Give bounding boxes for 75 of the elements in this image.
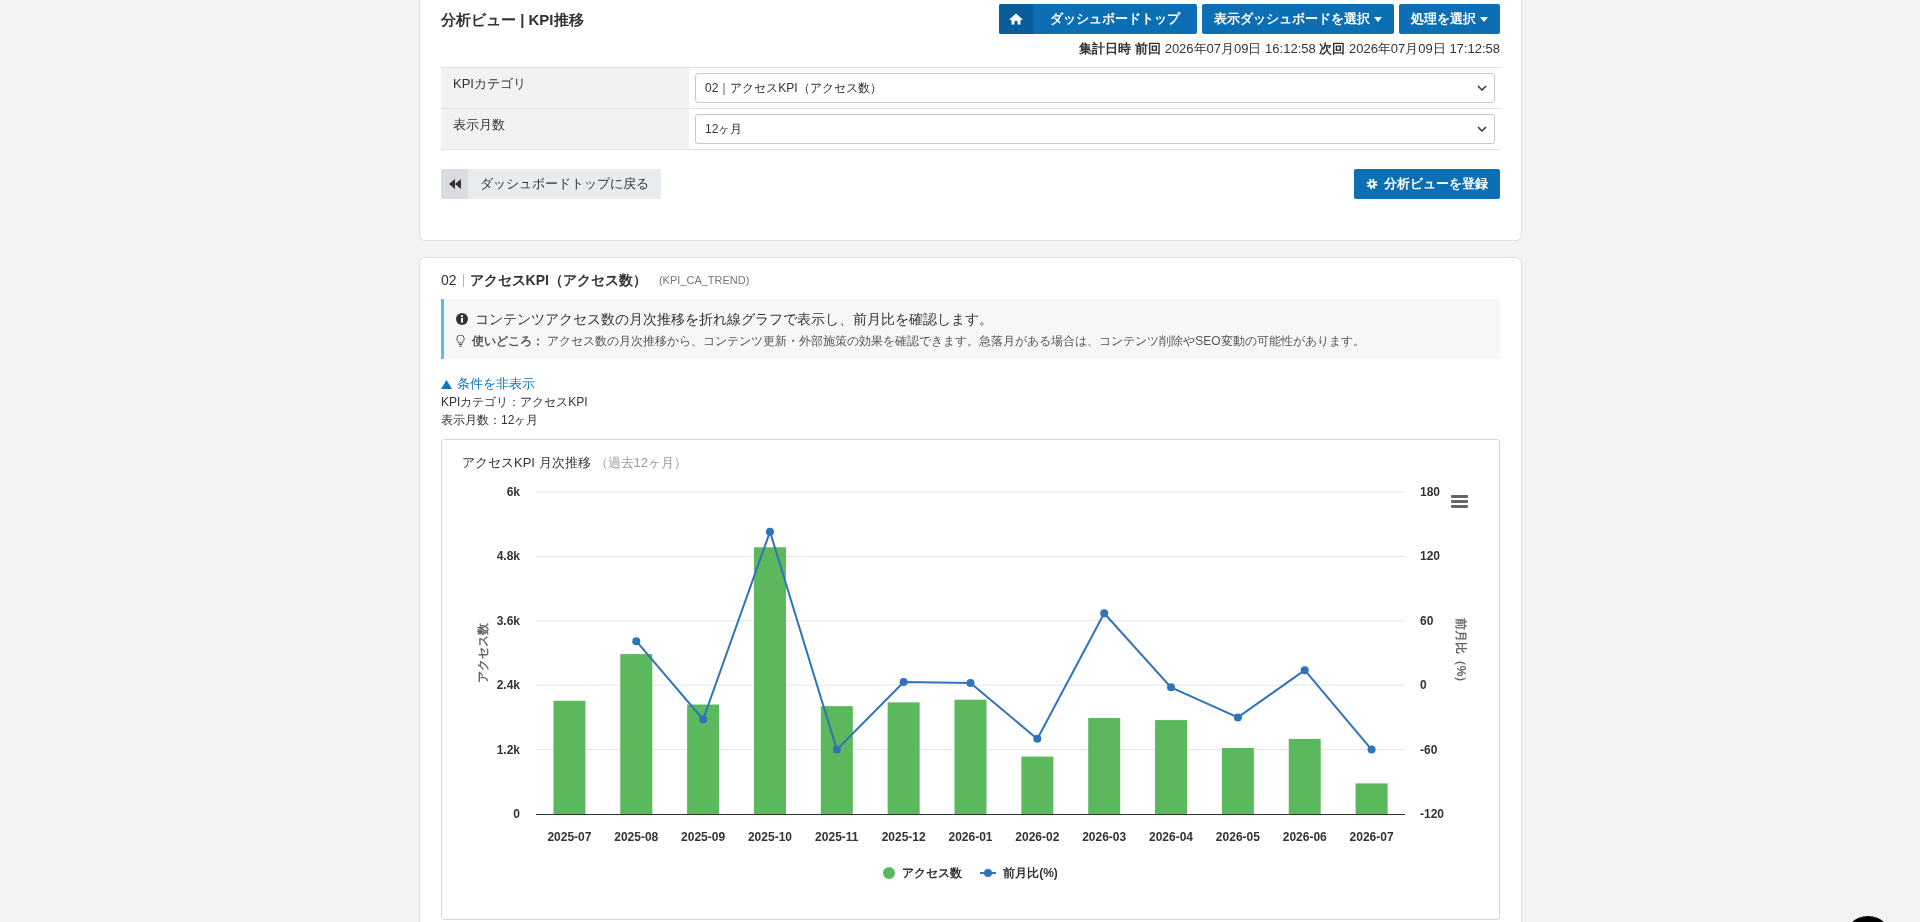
- caret-icon: [1480, 16, 1488, 22]
- chart-subtitle: （過去12ヶ月）: [594, 453, 688, 472]
- description-text: コンテンツアクセス数の月次推移を折れ線グラフで表示し、前月比を確認します。: [475, 310, 993, 329]
- data-point: [899, 678, 908, 686]
- dropdown-button[interactable]: 表示ダッシュボードを選択: [1202, 4, 1394, 34]
- home-icon: [999, 4, 1033, 34]
- y-axis-tick-label: 0: [513, 807, 520, 821]
- y-axis-tick-label: 6k: [506, 485, 520, 499]
- chevron-down-icon: [1477, 85, 1487, 91]
- x-axis-tick-label: 2026-02: [1015, 830, 1060, 844]
- x-axis-tick-label: 2026-03: [1082, 830, 1127, 844]
- y-axis-tick-label: -60: [1420, 742, 1438, 757]
- filter-label: 表示月数: [441, 109, 689, 149]
- data-point: [1367, 745, 1376, 754]
- bar: [1021, 756, 1054, 814]
- y-axis-tick-label: 60: [1420, 613, 1434, 628]
- data-point: [1033, 734, 1042, 743]
- caret-icon: [1374, 16, 1382, 22]
- x-axis-tick-label: 2025-08: [614, 830, 659, 844]
- data-point: [1233, 713, 1242, 722]
- x-axis-tick-label: 2026-05: [1215, 830, 1260, 844]
- gear-icon: [1366, 178, 1378, 190]
- x-axis-tick-label: 2026-06: [1282, 830, 1327, 844]
- filter-label: KPIカテゴリ: [441, 68, 689, 108]
- chevron-down-icon: [1477, 126, 1487, 132]
- y-axis-tick-label: -120: [1420, 807, 1445, 821]
- condition-text: KPIカテゴリ：アクセスKPI: [441, 394, 589, 411]
- data-point: [699, 715, 708, 724]
- toggle-conditions-link[interactable]: 条件を非表示: [441, 375, 535, 393]
- info-icon: [456, 313, 468, 325]
- x-axis-tick-label: 2025-12: [881, 830, 926, 844]
- y-axis-tick-label: 1.2k: [496, 742, 520, 757]
- section-title: アクセスKPI（アクセス数）: [469, 270, 647, 290]
- data-point: [1300, 666, 1309, 675]
- legend-item[interactable]: 前月比(%): [980, 864, 1058, 882]
- x-axis-tick-label: 2025-09: [681, 830, 726, 844]
- section-number: 02: [441, 270, 457, 290]
- usage-text: 使いどころ： アクセス数の月次推移から、コンテンツ更新・外部施策の効果を確認できます。急落月がある場合は、コンテンツ削除やSEO変動の可能性があります。: [472, 333, 1365, 350]
- section-code: (KPI_CA_TREND): [658, 272, 750, 288]
- aggregation-timestamp: 集計日時 前回 2026年07月09日 16:12:58 次回 2026年07月09日 17:12:58: [1078, 40, 1500, 58]
- y-axis-tick-label: 3.6k: [496, 613, 520, 628]
- dropdown-button[interactable]: 処理を選択: [1399, 4, 1500, 34]
- x-axis-tick-label: 2025-10: [747, 830, 792, 844]
- y-axis-tick-label: 2.4k: [496, 678, 520, 693]
- data-point: [1100, 609, 1109, 618]
- fast-backward-icon: [441, 169, 468, 199]
- y-axis-tick-label: 180: [1420, 485, 1441, 499]
- bar: [1221, 748, 1254, 814]
- y-axis-title: 前月比（%）: [1454, 617, 1468, 689]
- chart-title: アクセスKPI 月次推移: [462, 453, 591, 472]
- lightbulb-icon: [456, 335, 465, 347]
- back-button[interactable]: ダッシュボードトップに戻る: [441, 169, 661, 199]
- dashboard-top-button[interactable]: ダッシュボードトップ: [999, 4, 1197, 34]
- data-point: [966, 679, 975, 688]
- x-axis-tick-label: 2026-01: [948, 830, 993, 844]
- data-point: [765, 527, 774, 536]
- data-point: [632, 637, 641, 646]
- y-axis-tick-label: 0: [1420, 678, 1427, 693]
- register-button[interactable]: 分析ビューを登録: [1354, 169, 1500, 199]
- y-axis-tick-label: 4.8k: [496, 549, 520, 564]
- data-point: [832, 745, 841, 754]
- x-axis-tick-label: 2025-07: [547, 830, 592, 844]
- data-point: [1167, 683, 1176, 692]
- select-field[interactable]: 12ヶ月: [695, 114, 1495, 144]
- x-axis-tick-label: 2026-04: [1149, 830, 1194, 844]
- y-axis-title: アクセス数: [476, 623, 490, 683]
- y-axis-tick-label: 120: [1420, 549, 1441, 564]
- x-axis-tick-label: 2025-11: [815, 830, 859, 844]
- legend-item[interactable]: アクセス数: [883, 864, 963, 882]
- x-axis-tick-label: 2026-07: [1349, 830, 1394, 844]
- page-title: 分析ビュー | KPI推移: [441, 10, 584, 30]
- select-field[interactable]: 02｜アクセスKPI（アクセス数）: [695, 73, 1495, 103]
- menu-icon[interactable]: [1451, 495, 1468, 508]
- bar: [1355, 783, 1388, 814]
- condition-text: 表示月数：12ヶ月: [441, 412, 540, 429]
